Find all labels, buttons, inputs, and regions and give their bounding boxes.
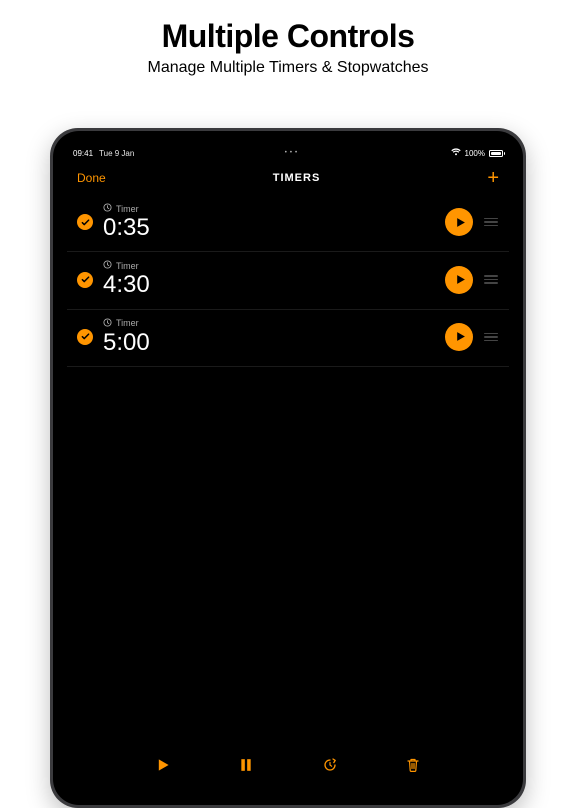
- timer-label: Timer: [116, 261, 139, 271]
- screen-title: TIMERS: [106, 172, 488, 184]
- status-date: Tue 9 Jan: [99, 149, 134, 158]
- timer-time: 4:30: [103, 272, 435, 298]
- nav-bar: Done TIMERS +: [67, 161, 509, 195]
- toolbar-pause-button[interactable]: [231, 750, 261, 780]
- timer-label: Timer: [116, 318, 139, 328]
- device-frame: 09:41 Tue 9 Jan ••• 100% Done TIMERS +: [50, 128, 526, 808]
- timer-time: 5:00: [103, 330, 435, 356]
- reorder-handle-icon[interactable]: [483, 275, 499, 284]
- clock-icon: [103, 203, 112, 214]
- promo-subtitle: Manage Multiple Timers & Stopwatches: [0, 59, 576, 77]
- check-icon[interactable]: [77, 214, 93, 230]
- timer-row[interactable]: Timer 0:35: [67, 195, 509, 252]
- done-button[interactable]: Done: [77, 171, 106, 185]
- check-icon[interactable]: [77, 272, 93, 288]
- timer-row[interactable]: Timer 5:00: [67, 310, 509, 367]
- device-bezel: 09:41 Tue 9 Jan ••• 100% Done TIMERS +: [53, 131, 523, 805]
- status-bar: 09:41 Tue 9 Jan ••• 100%: [67, 145, 509, 161]
- clock-icon: [103, 260, 112, 271]
- app-screen: 09:41 Tue 9 Jan ••• 100% Done TIMERS +: [67, 145, 509, 791]
- timer-info: Timer 4:30: [103, 260, 435, 298]
- play-button[interactable]: [445, 208, 473, 236]
- play-button[interactable]: [445, 266, 473, 294]
- check-icon[interactable]: [77, 329, 93, 345]
- timer-info: Timer 5:00: [103, 318, 435, 356]
- timer-row[interactable]: Timer 4:30: [67, 252, 509, 309]
- timer-time: 0:35: [103, 215, 435, 241]
- play-button[interactable]: [445, 323, 473, 351]
- bottom-toolbar: [67, 745, 509, 791]
- toolbar-play-button[interactable]: [148, 750, 178, 780]
- timer-info: Timer 0:35: [103, 203, 435, 241]
- clock-icon: [103, 318, 112, 329]
- timer-list: Timer 0:35: [67, 195, 509, 745]
- reorder-handle-icon[interactable]: [483, 218, 499, 227]
- battery-icon: [489, 150, 503, 157]
- status-dots: •••: [140, 150, 444, 156]
- status-battery-pct: 100%: [465, 149, 485, 158]
- wifi-icon: [451, 148, 461, 158]
- timer-label: Timer: [116, 204, 139, 214]
- toolbar-reset-button[interactable]: [315, 750, 345, 780]
- reorder-handle-icon[interactable]: [483, 333, 499, 342]
- toolbar-delete-button[interactable]: [398, 750, 428, 780]
- status-time: 09:41: [73, 149, 93, 158]
- promo-title: Multiple Controls: [0, 18, 576, 55]
- add-button[interactable]: +: [487, 168, 499, 188]
